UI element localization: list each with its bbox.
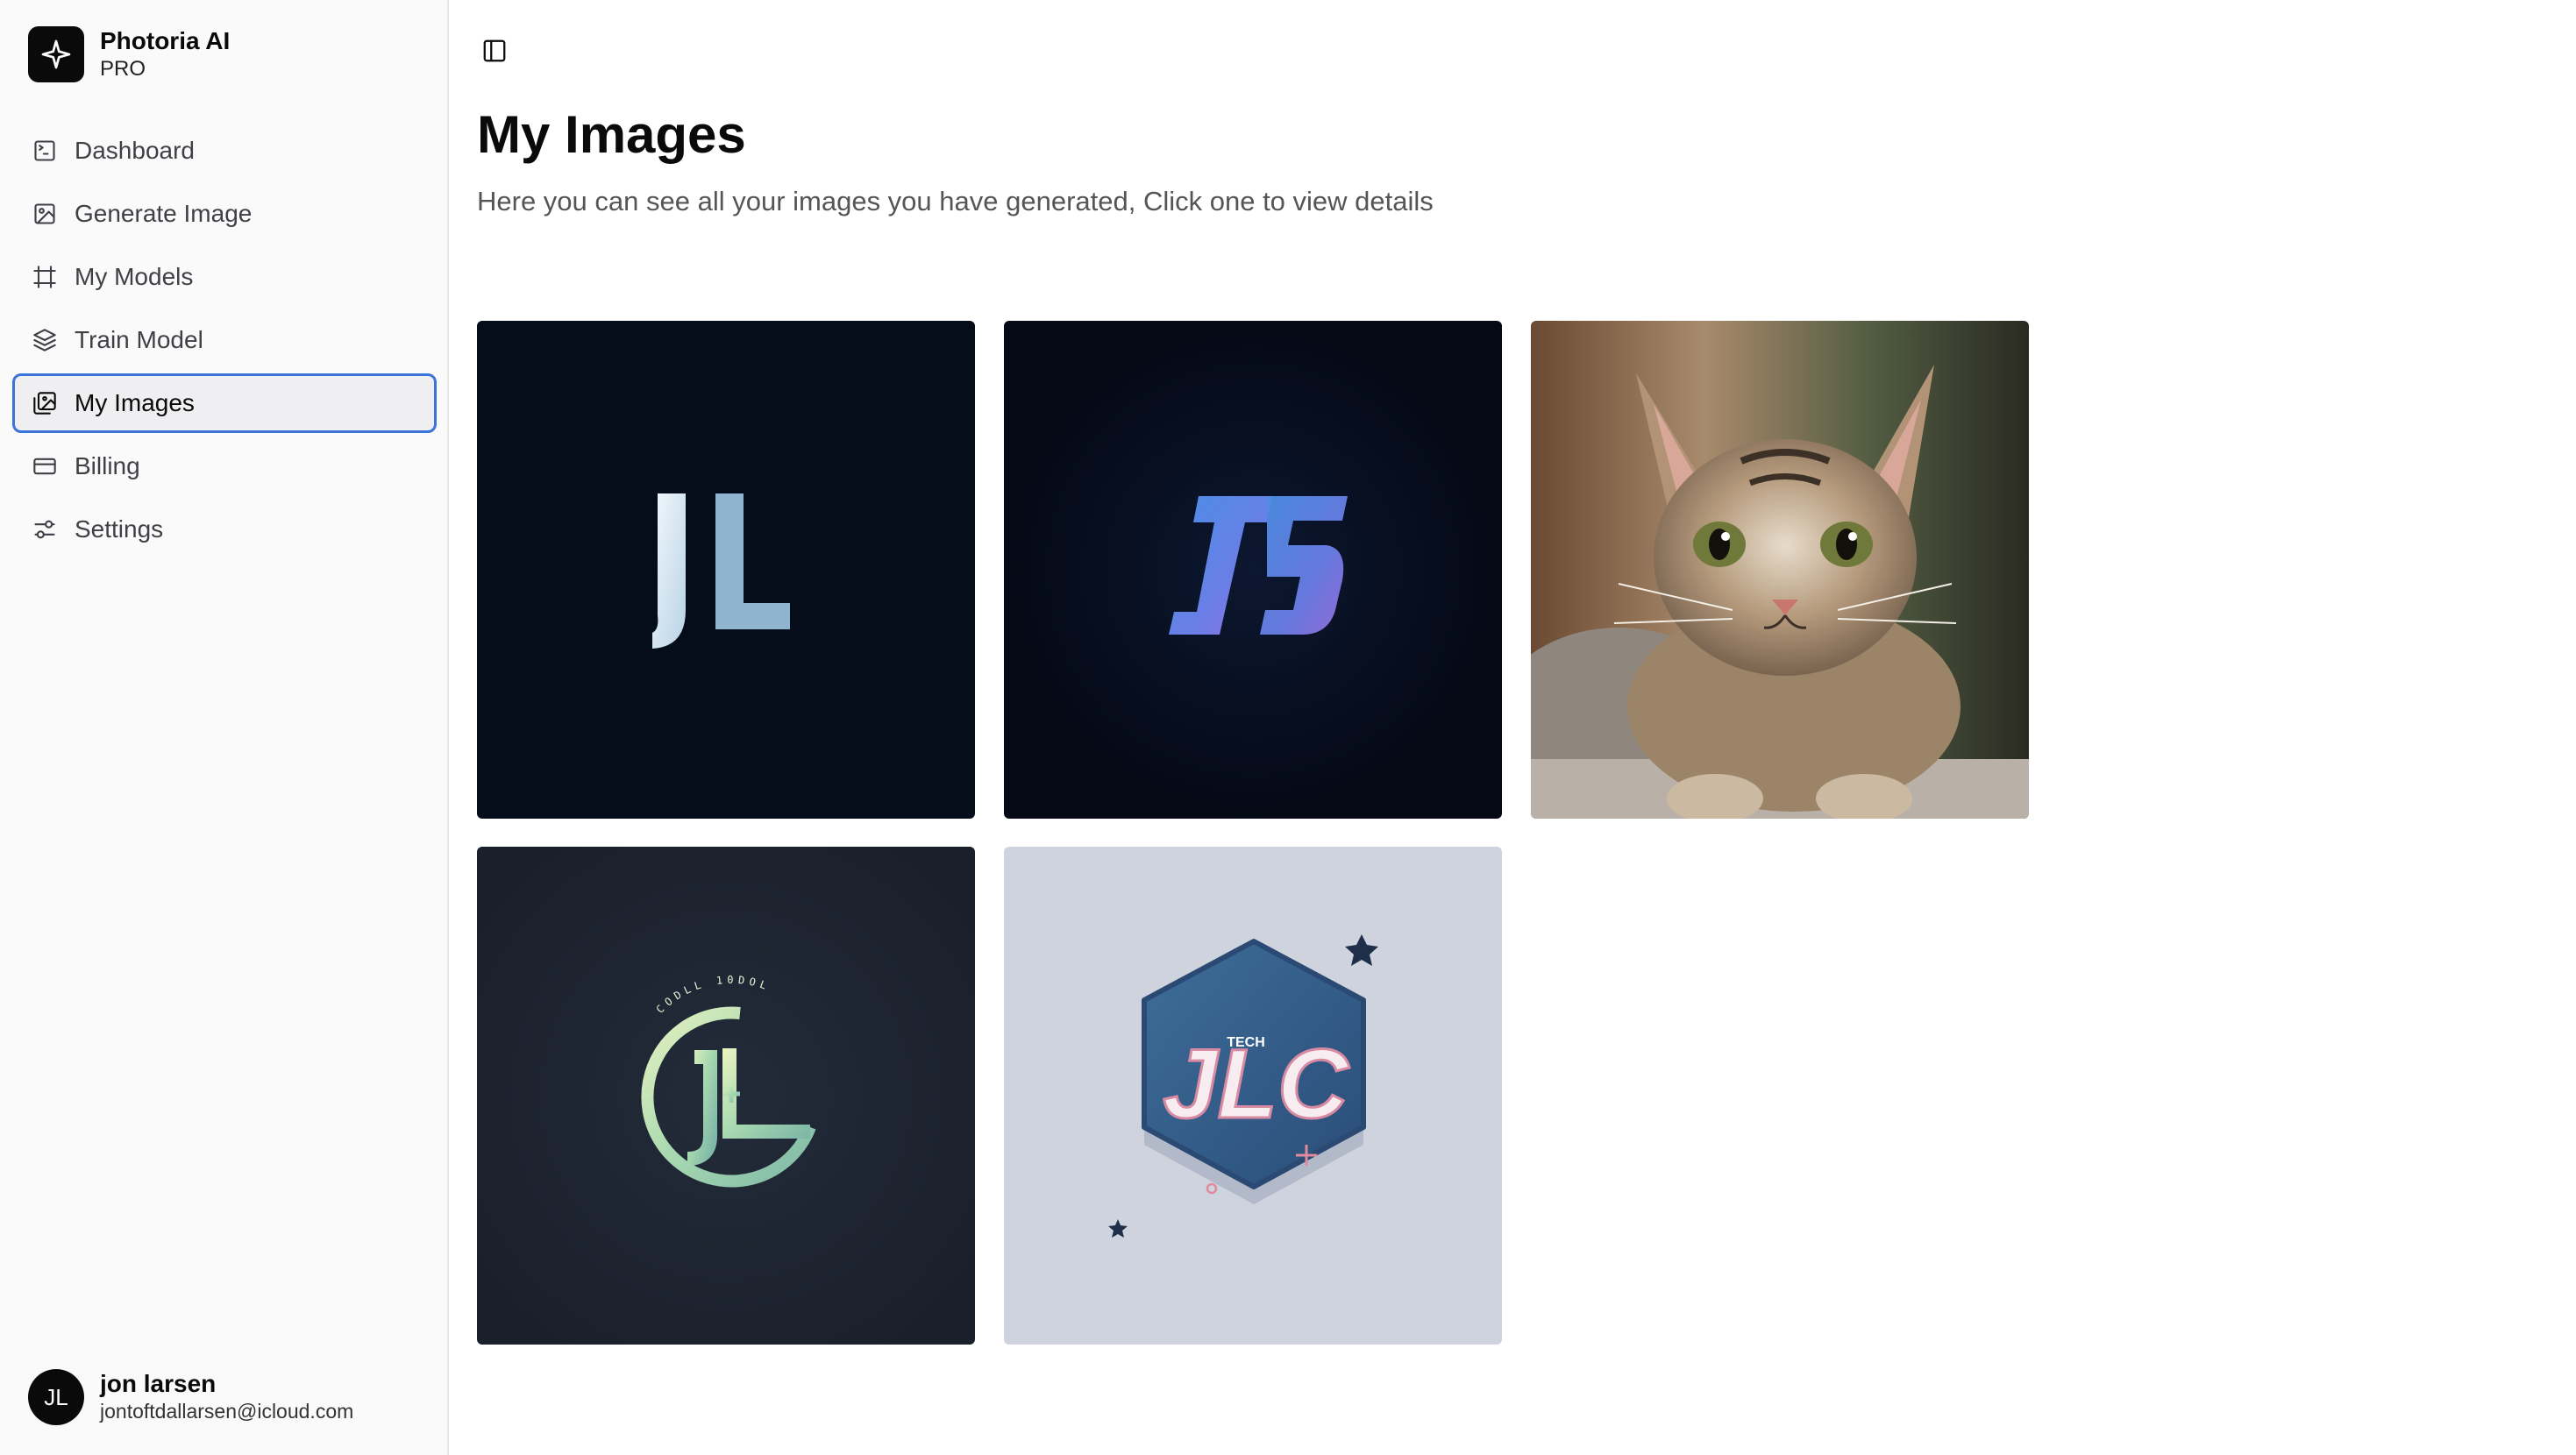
sidebar-item-label: Generate Image [75,200,253,227]
image-card-jj-logo[interactable] [1004,321,1502,819]
sparkle-logo-icon [28,26,84,82]
svg-text:JLC: JLC [1163,1029,1350,1139]
brand[interactable]: Photoria AI PRO [28,26,230,82]
jl-logo-image [477,321,975,819]
sidebar-toggle-button[interactable] [479,35,510,67]
sidebar-item-label: Settings [75,515,164,543]
sidebar-item-train-model[interactable]: Train Model [12,310,437,370]
sidebar-item-label: Train Model [75,326,203,353]
layers-icon [31,326,59,354]
terminal-square-icon [31,137,59,165]
plan-badge: PRO [100,57,146,81]
page-subtitle: Here you can see all your images you hav… [477,186,1434,216]
sidebar-item-dashboard[interactable]: Dashboard [12,121,437,181]
page-title: My Images [477,105,746,164]
panel-left-icon [483,39,506,62]
jl-emblem-image: CODLL 10DOL [477,847,975,1345]
sliders-icon [31,515,59,543]
image-card-jl-logo[interactable] [477,321,975,819]
images-icon [31,389,59,417]
sidebar-item-label: My Images [75,389,195,416]
image-card-jl-emblem[interactable]: CODLL 10DOL [477,847,975,1345]
image-card-jlc-badge[interactable]: TECH JLC [1004,847,1502,1345]
image-card-kitten[interactable] [1531,321,2029,819]
jj-logo-image [1004,321,1502,819]
sidebar-item-label: Dashboard [75,137,195,164]
sidebar-item-my-models[interactable]: My Models [12,247,437,307]
sidebar: Photoria AI PRO Dashboard Generate Image… [0,0,449,1455]
sidebar-item-settings[interactable]: Settings [12,500,437,559]
frame-icon [31,263,59,291]
jlc-badge-image: TECH JLC [1004,847,1502,1345]
kitten-image [1531,321,2029,819]
user-profile[interactable]: JL jon larsen jontoftdallarsen@icloud.co… [28,1369,353,1425]
brand-name: Photoria AI [100,27,231,54]
sidebar-item-label: My Models [75,263,194,290]
sidebar-item-billing[interactable]: Billing [12,436,437,496]
sidebar-item-generate-image[interactable]: Generate Image [12,184,437,244]
user-name: jon larsen [100,1370,217,1397]
avatar: JL [28,1369,84,1425]
sidebar-item-my-images[interactable]: My Images [12,373,437,433]
image-icon [31,200,59,228]
sidebar-nav: Dashboard Generate Image My Models Train… [12,121,437,563]
sidebar-item-label: Billing [75,452,140,479]
credit-card-icon [31,452,59,480]
user-email: jontoftdallarsen@icloud.com [100,1400,354,1423]
